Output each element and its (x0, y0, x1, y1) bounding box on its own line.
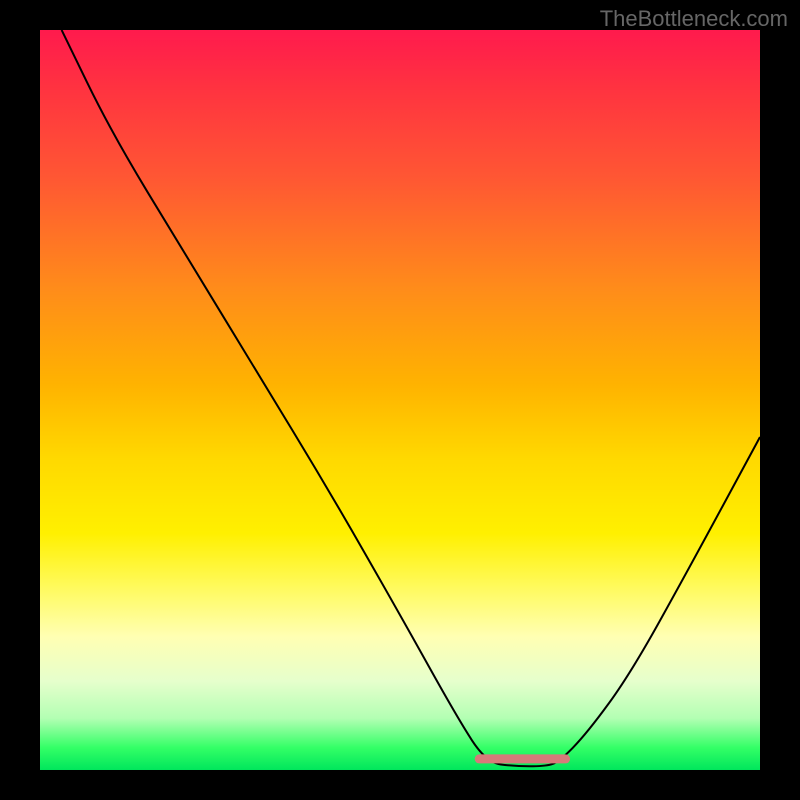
bottleneck-curve (62, 30, 760, 766)
plot-area (40, 30, 760, 770)
watermark-text: TheBottleneck.com (600, 6, 788, 32)
chart-svg (40, 30, 760, 770)
